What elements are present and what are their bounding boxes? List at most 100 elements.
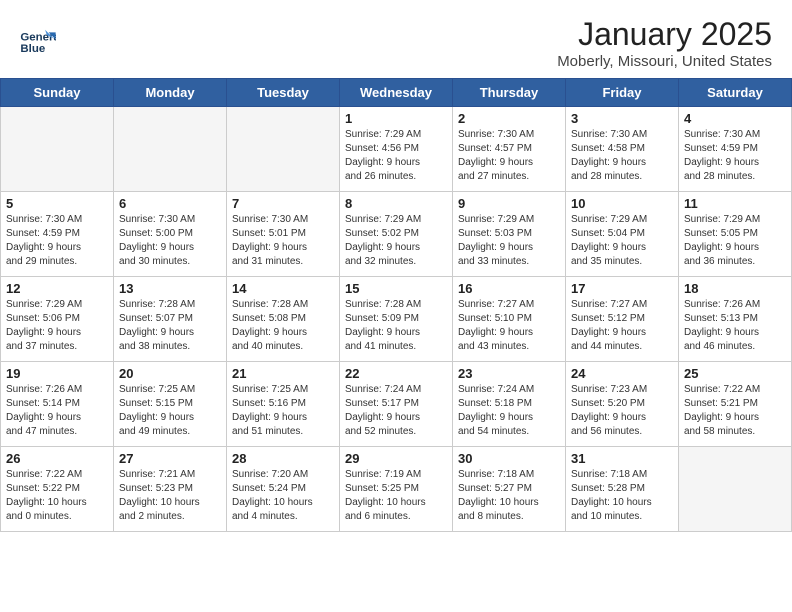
svg-text:Blue: Blue — [20, 43, 45, 55]
day-number: 6 — [119, 196, 221, 211]
day-info: Sunrise: 7:26 AMSunset: 5:13 PMDaylight:… — [684, 298, 786, 354]
day-number: 20 — [119, 366, 221, 381]
day-number: 18 — [684, 281, 786, 296]
day-number: 31 — [571, 451, 673, 466]
day-number: 21 — [232, 366, 334, 381]
calendar-week-row: 19 Sunrise: 7:26 AMSunset: 5:14 PMDayligh… — [1, 362, 792, 447]
day-number: 27 — [119, 451, 221, 466]
day-info: Sunrise: 7:25 AMSunset: 5:15 PMDaylight:… — [119, 383, 221, 439]
day-info: Sunrise: 7:29 AMSunset: 5:03 PMDaylight:… — [458, 213, 560, 269]
day-number: 17 — [571, 281, 673, 296]
day-info: Sunrise: 7:27 AMSunset: 5:10 PMDaylight:… — [458, 298, 560, 354]
title-block: January 2025 Moberly, Missouri, United S… — [557, 16, 772, 70]
day-number: 24 — [571, 366, 673, 381]
day-number: 13 — [119, 281, 221, 296]
day-info: Sunrise: 7:30 AMSunset: 5:01 PMDaylight:… — [232, 213, 334, 269]
day-info: Sunrise: 7:30 AMSunset: 4:58 PMDaylight:… — [571, 128, 673, 184]
calendar-cell: 22 Sunrise: 7:24 AMSunset: 5:17 PMDayligh… — [340, 362, 453, 447]
calendar-cell — [1, 107, 114, 192]
calendar-cell: 24 Sunrise: 7:23 AMSunset: 5:20 PMDayligh… — [566, 362, 679, 447]
day-info: Sunrise: 7:20 AMSunset: 5:24 PMDaylight:… — [232, 468, 334, 524]
day-info: Sunrise: 7:26 AMSunset: 5:14 PMDaylight:… — [6, 383, 108, 439]
calendar-cell: 10 Sunrise: 7:29 AMSunset: 5:04 PMDayligh… — [566, 192, 679, 277]
calendar-cell: 14 Sunrise: 7:28 AMSunset: 5:08 PMDayligh… — [227, 277, 340, 362]
day-info: Sunrise: 7:21 AMSunset: 5:23 PMDaylight:… — [119, 468, 221, 524]
day-info: Sunrise: 7:30 AMSunset: 4:59 PMDaylight:… — [6, 213, 108, 269]
calendar-cell: 13 Sunrise: 7:28 AMSunset: 5:07 PMDayligh… — [114, 277, 227, 362]
day-number: 10 — [571, 196, 673, 211]
calendar-cell: 12 Sunrise: 7:29 AMSunset: 5:06 PMDayligh… — [1, 277, 114, 362]
calendar-cell: 26 Sunrise: 7:22 AMSunset: 5:22 PMDayligh… — [1, 447, 114, 532]
day-number: 25 — [684, 366, 786, 381]
day-number: 26 — [6, 451, 108, 466]
calendar-cell: 3 Sunrise: 7:30 AMSunset: 4:58 PMDaylight… — [566, 107, 679, 192]
day-number: 22 — [345, 366, 447, 381]
day-info: Sunrise: 7:28 AMSunset: 5:07 PMDaylight:… — [119, 298, 221, 354]
day-number: 3 — [571, 111, 673, 126]
day-number: 15 — [345, 281, 447, 296]
day-number: 8 — [345, 196, 447, 211]
day-info: Sunrise: 7:23 AMSunset: 5:20 PMDaylight:… — [571, 383, 673, 439]
day-number: 9 — [458, 196, 560, 211]
calendar-cell: 31 Sunrise: 7:18 AMSunset: 5:28 PMDayligh… — [566, 447, 679, 532]
day-info: Sunrise: 7:30 AMSunset: 5:00 PMDaylight:… — [119, 213, 221, 269]
day-info: Sunrise: 7:30 AMSunset: 4:57 PMDaylight:… — [458, 128, 560, 184]
calendar-cell: 7 Sunrise: 7:30 AMSunset: 5:01 PMDaylight… — [227, 192, 340, 277]
day-info: Sunrise: 7:18 AMSunset: 5:28 PMDaylight:… — [571, 468, 673, 524]
day-number: 2 — [458, 111, 560, 126]
day-info: Sunrise: 7:19 AMSunset: 5:25 PMDaylight:… — [345, 468, 447, 524]
day-info: Sunrise: 7:22 AMSunset: 5:21 PMDaylight:… — [684, 383, 786, 439]
day-info: Sunrise: 7:25 AMSunset: 5:16 PMDaylight:… — [232, 383, 334, 439]
day-of-week-header: Thursday — [453, 79, 566, 107]
calendar-cell: 2 Sunrise: 7:30 AMSunset: 4:57 PMDaylight… — [453, 107, 566, 192]
calendar-cell: 11 Sunrise: 7:29 AMSunset: 5:05 PMDayligh… — [679, 192, 792, 277]
calendar-cell: 1 Sunrise: 7:29 AMSunset: 4:56 PMDaylight… — [340, 107, 453, 192]
day-of-week-header: Saturday — [679, 79, 792, 107]
day-info: Sunrise: 7:24 AMSunset: 5:18 PMDaylight:… — [458, 383, 560, 439]
calendar-table: SundayMondayTuesdayWednesdayThursdayFrid… — [0, 78, 792, 532]
day-info: Sunrise: 7:30 AMSunset: 4:59 PMDaylight:… — [684, 128, 786, 184]
day-info: Sunrise: 7:28 AMSunset: 5:09 PMDaylight:… — [345, 298, 447, 354]
day-number: 1 — [345, 111, 447, 126]
day-number: 29 — [345, 451, 447, 466]
calendar-cell: 21 Sunrise: 7:25 AMSunset: 5:16 PMDayligh… — [227, 362, 340, 447]
calendar-cell: 15 Sunrise: 7:28 AMSunset: 5:09 PMDayligh… — [340, 277, 453, 362]
day-info: Sunrise: 7:28 AMSunset: 5:08 PMDaylight:… — [232, 298, 334, 354]
calendar-header-row: SundayMondayTuesdayWednesdayThursdayFrid… — [1, 79, 792, 107]
calendar-cell: 9 Sunrise: 7:29 AMSunset: 5:03 PMDaylight… — [453, 192, 566, 277]
logo: General Blue — [20, 28, 56, 58]
calendar-week-row: 5 Sunrise: 7:30 AMSunset: 4:59 PMDaylight… — [1, 192, 792, 277]
day-number: 11 — [684, 196, 786, 211]
day-info: Sunrise: 7:29 AMSunset: 5:02 PMDaylight:… — [345, 213, 447, 269]
day-info: Sunrise: 7:29 AMSunset: 5:06 PMDaylight:… — [6, 298, 108, 354]
day-info: Sunrise: 7:18 AMSunset: 5:27 PMDaylight:… — [458, 468, 560, 524]
calendar-cell — [114, 107, 227, 192]
day-number: 12 — [6, 281, 108, 296]
calendar-cell — [227, 107, 340, 192]
day-of-week-header: Friday — [566, 79, 679, 107]
page-header: General Blue January 2025 Moberly, Misso… — [0, 0, 792, 78]
day-number: 28 — [232, 451, 334, 466]
day-info: Sunrise: 7:29 AMSunset: 5:04 PMDaylight:… — [571, 213, 673, 269]
calendar-cell: 17 Sunrise: 7:27 AMSunset: 5:12 PMDayligh… — [566, 277, 679, 362]
calendar-week-row: 26 Sunrise: 7:22 AMSunset: 5:22 PMDayligh… — [1, 447, 792, 532]
day-number: 5 — [6, 196, 108, 211]
calendar-week-row: 1 Sunrise: 7:29 AMSunset: 4:56 PMDaylight… — [1, 107, 792, 192]
day-number: 16 — [458, 281, 560, 296]
calendar-cell: 16 Sunrise: 7:27 AMSunset: 5:10 PMDayligh… — [453, 277, 566, 362]
day-number: 19 — [6, 366, 108, 381]
day-info: Sunrise: 7:27 AMSunset: 5:12 PMDaylight:… — [571, 298, 673, 354]
day-number: 14 — [232, 281, 334, 296]
day-number: 30 — [458, 451, 560, 466]
day-info: Sunrise: 7:29 AMSunset: 4:56 PMDaylight:… — [345, 128, 447, 184]
calendar-cell — [679, 447, 792, 532]
calendar-cell: 29 Sunrise: 7:19 AMSunset: 5:25 PMDayligh… — [340, 447, 453, 532]
day-info: Sunrise: 7:22 AMSunset: 5:22 PMDaylight:… — [6, 468, 108, 524]
day-number: 7 — [232, 196, 334, 211]
day-of-week-header: Monday — [114, 79, 227, 107]
calendar-cell: 25 Sunrise: 7:22 AMSunset: 5:21 PMDayligh… — [679, 362, 792, 447]
day-info: Sunrise: 7:29 AMSunset: 5:05 PMDaylight:… — [684, 213, 786, 269]
day-number: 23 — [458, 366, 560, 381]
calendar-cell: 5 Sunrise: 7:30 AMSunset: 4:59 PMDaylight… — [1, 192, 114, 277]
day-info: Sunrise: 7:24 AMSunset: 5:17 PMDaylight:… — [345, 383, 447, 439]
